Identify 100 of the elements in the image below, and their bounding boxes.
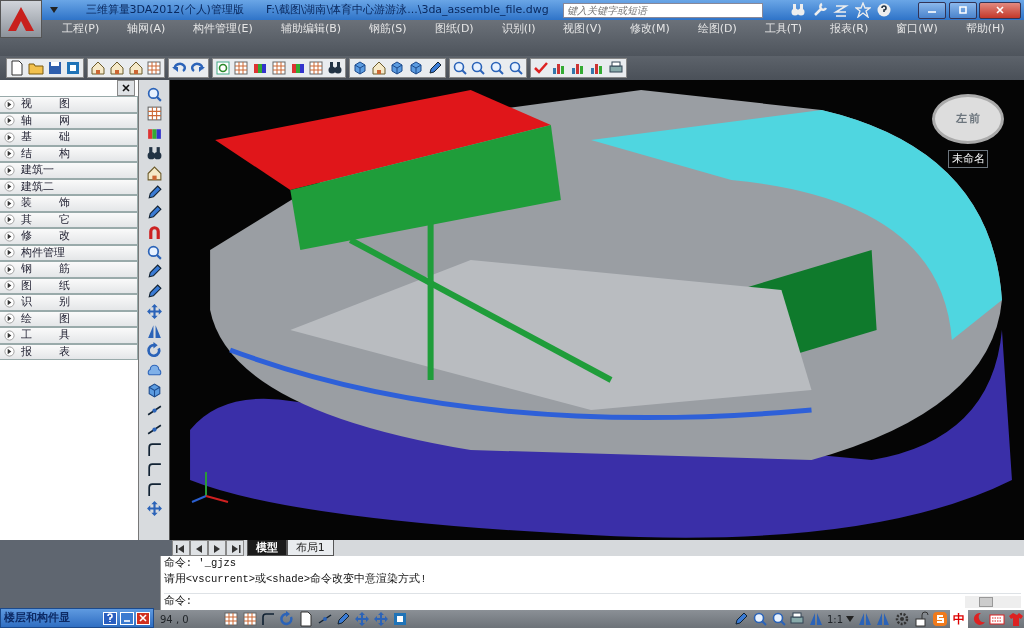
panel-item[interactable]: 装饰	[0, 195, 138, 212]
annotation-scale-button[interactable]: 1:1	[826, 611, 854, 627]
panel-item[interactable]: 钢筋	[0, 261, 138, 278]
horizontal-scrollbar[interactable]	[965, 596, 1022, 608]
magnifier-icon[interactable]	[507, 60, 524, 76]
expand-arrow-icon[interactable]	[4, 181, 15, 193]
expand-arrow-icon[interactable]	[4, 346, 15, 358]
viewcube-face[interactable]: 前	[969, 110, 981, 128]
expand-arrow-icon[interactable]	[4, 148, 15, 160]
menu-item[interactable]: 报表(R)	[816, 20, 883, 39]
binoculars-icon[interactable]	[145, 144, 163, 162]
house-icon[interactable]	[108, 60, 125, 76]
menu-item[interactable]: 绘图(D)	[683, 20, 751, 39]
expand-arrow-icon[interactable]	[4, 263, 15, 275]
menu-item[interactable]: 视图(V)	[549, 20, 616, 39]
help-icon[interactable]	[876, 2, 893, 18]
expand-arrow-icon[interactable]	[4, 197, 15, 209]
checkmark-icon[interactable]	[532, 60, 549, 76]
view-name-label[interactable]: 未命名	[947, 149, 989, 168]
panel-item[interactable]: 修改	[0, 228, 138, 245]
grid-icon[interactable]	[241, 611, 258, 627]
house-icon[interactable]	[370, 60, 387, 76]
line-tool-icon[interactable]	[316, 611, 333, 627]
caret-icon[interactable]	[845, 616, 854, 622]
expand-arrow-icon[interactable]	[4, 214, 15, 226]
expand-arrow-icon[interactable]	[4, 131, 15, 143]
layout-tab[interactable]: 模型	[246, 540, 287, 556]
magnifier-icon[interactable]	[751, 611, 768, 627]
menu-item[interactable]: 窗口(W)	[882, 20, 952, 39]
close-icon[interactable]	[121, 83, 132, 93]
expand-arrow-icon[interactable]	[4, 329, 15, 341]
expand-arrow-icon[interactable]	[4, 280, 15, 292]
menu-item[interactable]: 轴网(A)	[113, 20, 180, 39]
menu-item[interactable]: 构件管理(E)	[179, 20, 267, 39]
page-icon[interactable]	[9, 60, 25, 76]
expand-arrow-icon[interactable]	[4, 313, 15, 325]
cube-icon[interactable]	[351, 60, 368, 76]
corner-icon[interactable]	[145, 480, 163, 498]
folder-icon[interactable]	[27, 60, 44, 76]
move-arrows-icon[interactable]	[145, 302, 163, 320]
corner-icon[interactable]	[145, 441, 163, 458]
panel-item[interactable]: 基础	[0, 129, 138, 146]
viewcube-ring[interactable]: 左 前	[932, 94, 1004, 144]
expand-arrow-icon[interactable]	[4, 164, 15, 176]
grid-icon[interactable]	[146, 60, 163, 76]
floppy-icon[interactable]	[46, 60, 63, 76]
magnifier-icon[interactable]	[770, 611, 787, 627]
pencil-icon[interactable]	[145, 184, 163, 202]
menu-item[interactable]: 工程(P)	[48, 20, 114, 39]
floating-panel-titlebar[interactable]: 楼层和构件显	[0, 608, 154, 628]
binoculars-icon[interactable]	[327, 60, 343, 76]
layout-tab[interactable]: 布局1	[286, 540, 334, 556]
menu-item[interactable]: 工具(T)	[750, 20, 817, 39]
cube-icon[interactable]	[408, 60, 424, 76]
grid-icon[interactable]	[145, 105, 163, 123]
rotate-icon[interactable]	[145, 342, 163, 360]
magnifier-icon[interactable]	[451, 60, 468, 76]
pencil-icon[interactable]	[145, 283, 163, 300]
menu-item[interactable]: 识别(I)	[487, 20, 550, 39]
search-field[interactable]: 键入关键字或短语	[562, 2, 763, 18]
printer-icon[interactable]	[789, 611, 806, 627]
expand-arrow-icon[interactable]	[4, 230, 15, 242]
menu-item[interactable]: 修改(M)	[615, 20, 684, 39]
close-button[interactable]	[117, 80, 136, 96]
tab-nav-icon[interactable]	[172, 540, 190, 556]
menu-item[interactable]: 帮助(H)	[951, 20, 1019, 39]
minimize-button[interactable]	[917, 1, 946, 19]
app-logo[interactable]	[0, 0, 42, 38]
pencil-icon[interactable]	[426, 60, 443, 76]
pencil-icon[interactable]	[145, 263, 163, 281]
panel-item[interactable]: 视图	[0, 96, 138, 113]
expand-arrow-icon[interactable]	[4, 98, 15, 110]
star-icon[interactable]	[854, 2, 871, 18]
magnifier-icon[interactable]	[145, 85, 163, 103]
menu-item[interactable]: 钢筋(S)	[355, 20, 421, 39]
tab-nav-icon[interactable]	[208, 540, 226, 556]
lock-icon[interactable]	[912, 611, 929, 627]
house-icon[interactable]	[145, 164, 163, 182]
tab-nav-icon[interactable]	[226, 540, 244, 556]
magnifier-icon[interactable]	[470, 60, 487, 76]
menu-item[interactable]: 辅助编辑(B)	[266, 20, 355, 39]
panel-item[interactable]: 工具	[0, 327, 138, 344]
viewcube-face[interactable]: 左	[955, 110, 967, 128]
sogou-s-icon[interactable]	[931, 611, 948, 627]
expand-arrow-icon[interactable]	[4, 115, 15, 127]
restore-button[interactable]	[948, 1, 977, 19]
caret-icon[interactable]	[50, 7, 58, 13]
gear-icon[interactable]	[894, 611, 910, 627]
grid-icon[interactable]	[222, 611, 239, 627]
panel-item[interactable]: 建筑一	[0, 162, 138, 179]
expand-arrow-icon[interactable]	[4, 296, 15, 308]
menu-item[interactable]: 图纸(D)	[420, 20, 488, 39]
keyboard-icon[interactable]	[989, 611, 1006, 627]
tab-nav-icon[interactable]	[190, 540, 208, 556]
ime-mode-indicator[interactable]: 中	[950, 610, 968, 628]
house-icon[interactable]	[127, 60, 144, 76]
corner-icon[interactable]	[145, 460, 163, 478]
panel-item[interactable]: 识别	[0, 294, 138, 311]
expand-arrow-icon[interactable]	[4, 247, 15, 259]
printer-icon[interactable]	[607, 60, 624, 76]
